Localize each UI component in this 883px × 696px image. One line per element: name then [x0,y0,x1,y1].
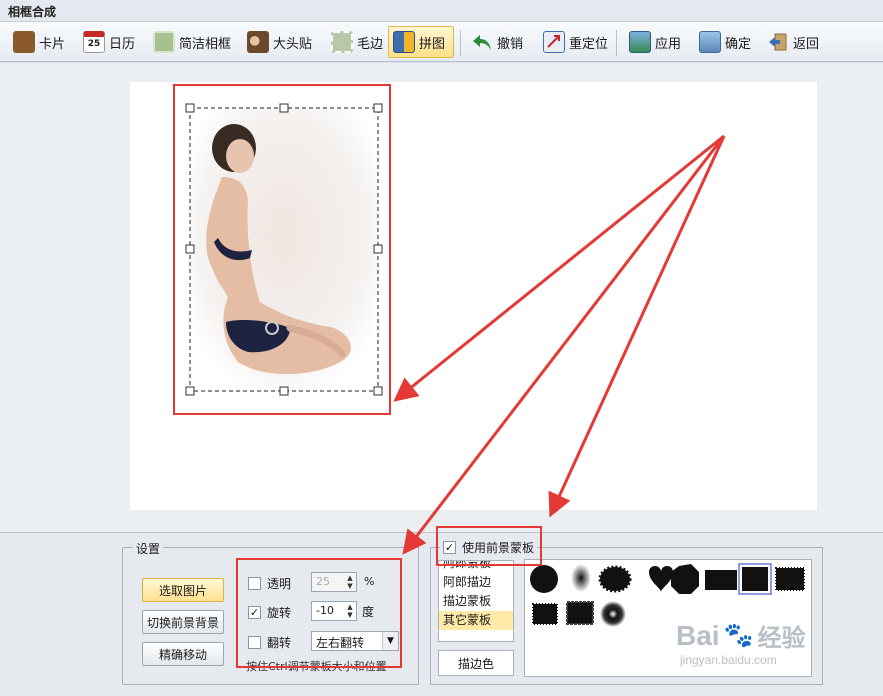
puzzle-icon [393,31,415,53]
back-label: 返回 [793,36,820,52]
undo-label: 撤销 [497,36,524,52]
rough-edge-label: 毛边 [357,36,384,52]
transparent-value-input[interactable]: 25 ▲ ▼ [311,572,357,592]
title-bar: 相框合成 [0,0,883,22]
mask-thumb-ring[interactable] [600,601,626,627]
mask-thumb-scallop[interactable] [598,565,632,593]
rough-edge-icon [331,31,353,53]
back-button[interactable]: 返回 [762,26,824,58]
work-area [0,63,883,533]
confirm-button[interactable]: 确定 [694,26,756,58]
rotate-value: -10 [316,604,334,617]
rotate-unit: 度 [362,605,375,619]
photo-sticker-icon [247,31,269,53]
transparent-label: 透明 [267,577,292,591]
flip-mode-value: 左右翻转 [316,636,365,650]
undo-button[interactable]: 撤销 [466,26,528,58]
switch-foreground-background-button[interactable]: 切换前景背景 [142,610,224,634]
flip-mode-select[interactable]: 左右翻转 ▼ [311,631,399,651]
watermark-brand: Bai [676,619,720,651]
watermark-brand-2: 经验 [757,625,806,652]
calendar-button[interactable]: 25 日历 [78,26,140,58]
apply-icon [629,31,651,53]
mask-type-list[interactable]: 阿郎蒙板 阿郎描边 描边蒙板 其它蒙板 [438,560,514,642]
flip-checkbox[interactable] [248,636,261,649]
card-label: 卡片 [39,36,66,52]
mask-thumb-rough-rectangle[interactable] [775,567,805,591]
flip-label: 翻转 [267,636,292,650]
use-foreground-mask-checkbox[interactable]: ✓ [443,541,456,554]
photo-sticker-button[interactable]: 大头贴 [242,26,317,58]
mask-thumb-heart[interactable] [649,566,673,592]
mask-thumb-rough-square[interactable] [532,603,558,625]
toolbar-separator [460,30,461,56]
flip-row: 翻转 [248,634,291,651]
watermark-url: jingyan.baidu.com [680,653,777,667]
spinner-arrows-icon[interactable]: ▲ ▼ [345,574,355,590]
baidu-jingyan-watermark: Bai 🐾 经验 jingyan.baidu.com [676,618,866,678]
puzzle-button[interactable]: 拼图 [388,26,454,58]
mask-thumb-square-selected[interactable] [738,563,772,595]
transparent-row: 透明 [248,575,291,592]
mask-thumb-soft-oval[interactable] [571,564,591,592]
use-foreground-mask-row: ✓ 使用前景蒙板 [440,539,538,556]
calendar-label: 日历 [109,36,136,52]
simple-frame-button[interactable]: 简洁相框 [148,26,236,58]
ctrl-hint: 按住Ctrl调节蒙板大小和位置 [246,660,387,673]
mask-thumb-rectangle[interactable] [705,570,737,590]
card-icon [13,31,35,53]
window-title: 相框合成 [8,5,57,19]
rotate-row: ✓ 旋转 [248,604,291,621]
undo-icon [471,31,493,53]
mask-list-item[interactable]: 阿郎描边 [439,573,513,592]
apply-label: 应用 [655,36,682,52]
dropdown-arrow-icon[interactable]: ▼ [382,632,398,650]
spinner-arrows-icon[interactable]: ▲ ▼ [345,603,355,619]
transparent-checkbox[interactable] [248,577,261,590]
back-icon [767,31,789,53]
confirm-label: 确定 [725,36,752,52]
fine-move-button[interactable]: 精确移动 [142,642,224,666]
masked-photo[interactable] [130,82,817,510]
mask-list-item[interactable]: 描边蒙板 [439,592,513,611]
apply-button[interactable]: 应用 [624,26,686,58]
puzzle-label: 拼图 [419,36,446,52]
rotate-checkbox[interactable]: ✓ [248,606,261,619]
simple-frame-icon [153,31,175,53]
mask-thumb-brush-rectangle[interactable] [566,601,594,625]
mask-list-item-selected[interactable]: 其它蒙板 [439,611,513,630]
transparent-unit: % [364,575,375,588]
mask-thumb-circle[interactable] [530,565,558,593]
reposition-icon [543,31,565,53]
mask-thumb-octagon[interactable] [671,564,699,594]
transparent-value: 25 [316,575,330,588]
stroke-color-button[interactable]: 描边色 [438,650,514,676]
paw-icon: 🐾 [723,622,754,649]
rotate-value-input[interactable]: -10 ▲ ▼ [311,601,357,621]
calendar-icon: 25 [83,31,105,53]
toolbar-separator [616,30,617,56]
confirm-icon [699,31,721,53]
rough-edge-button[interactable]: 毛边 [326,26,388,58]
settings-group-title: 设置 [133,540,164,557]
rotate-label: 旋转 [267,606,292,620]
toolbar: 卡片 25 日历 简洁相框 大头贴 毛边 拼图 撤销 重定位 应用 确定 返回 [0,22,883,62]
preview-canvas [130,82,817,510]
simple-frame-label: 简洁相框 [179,36,232,52]
reposition-label: 重定位 [569,36,609,52]
reposition-button[interactable]: 重定位 [538,26,613,58]
select-image-button[interactable]: 选取图片 [142,578,224,602]
card-button[interactable]: 卡片 [8,26,70,58]
use-foreground-mask-label: 使用前景蒙板 [462,541,535,555]
mask-list-item[interactable]: 阿郎蒙板 [439,561,513,573]
photo-sticker-label: 大头贴 [273,36,313,52]
